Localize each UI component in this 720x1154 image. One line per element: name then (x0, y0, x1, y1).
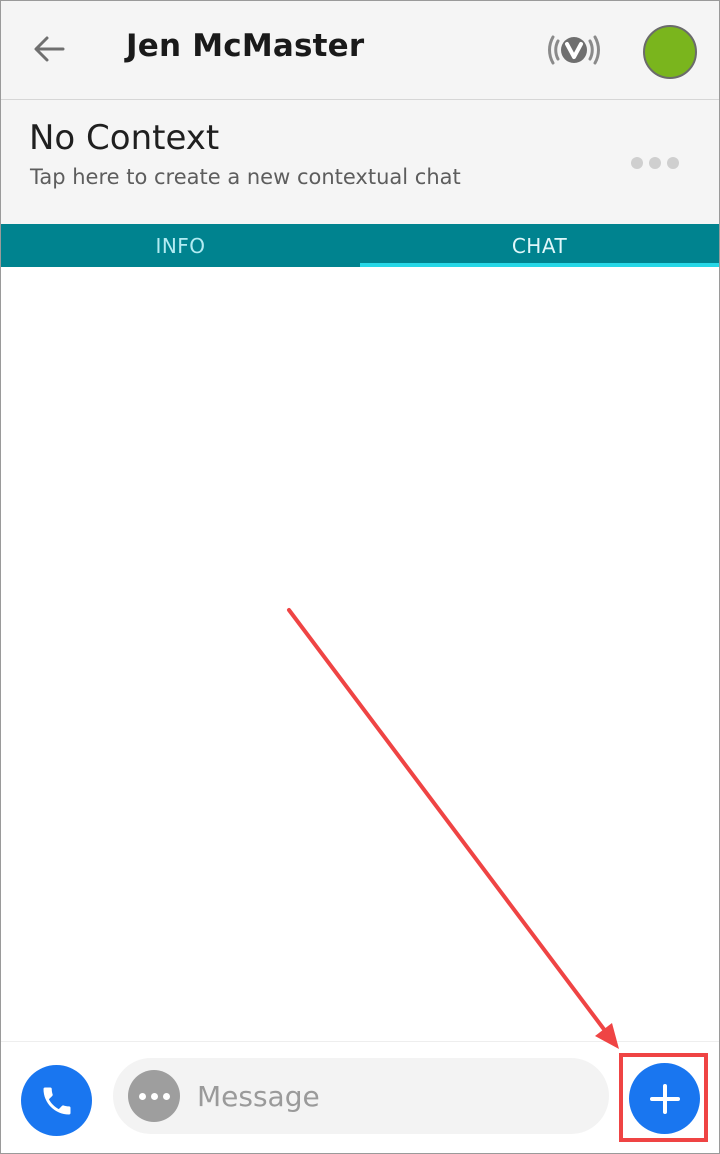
context-section[interactable]: No Context Tap here to create a new cont… (1, 100, 719, 224)
call-button[interactable] (21, 1065, 92, 1136)
message-input[interactable] (197, 1072, 587, 1120)
chat-message-list (1, 267, 719, 1041)
message-box (113, 1058, 609, 1134)
tab-chat[interactable]: CHAT (360, 224, 719, 267)
more-horizontal-icon[interactable] (631, 152, 679, 174)
add-button[interactable] (629, 1063, 700, 1134)
tab-bar: INFO CHAT (1, 224, 719, 267)
presence-status-indicator[interactable] (643, 25, 697, 79)
plus-icon (649, 1083, 680, 1114)
arrow-left-icon (34, 36, 65, 62)
brand-status-button[interactable] (544, 20, 604, 80)
compose-bar (1, 1041, 719, 1153)
tab-label: INFO (155, 233, 206, 258)
tab-label: CHAT (511, 233, 568, 258)
dot (162, 1092, 170, 1100)
context-subtitle: Tap here to create a new contextual chat (30, 165, 461, 189)
back-button[interactable] (29, 29, 69, 69)
phone-icon (43, 1087, 70, 1114)
dot (150, 1092, 158, 1100)
context-title: No Context (29, 118, 220, 158)
app-screen: Jen McMaster No Context Tap here to crea… (0, 0, 720, 1154)
contact-name: Jen McMaster (126, 28, 365, 64)
dot (649, 157, 661, 169)
tab-info[interactable]: INFO (1, 224, 360, 267)
dot (667, 157, 679, 169)
v-logo-icon (548, 35, 600, 65)
dot (138, 1092, 146, 1100)
more-options-button[interactable] (128, 1070, 180, 1122)
dot (631, 157, 643, 169)
app-header: Jen McMaster (1, 1, 719, 100)
